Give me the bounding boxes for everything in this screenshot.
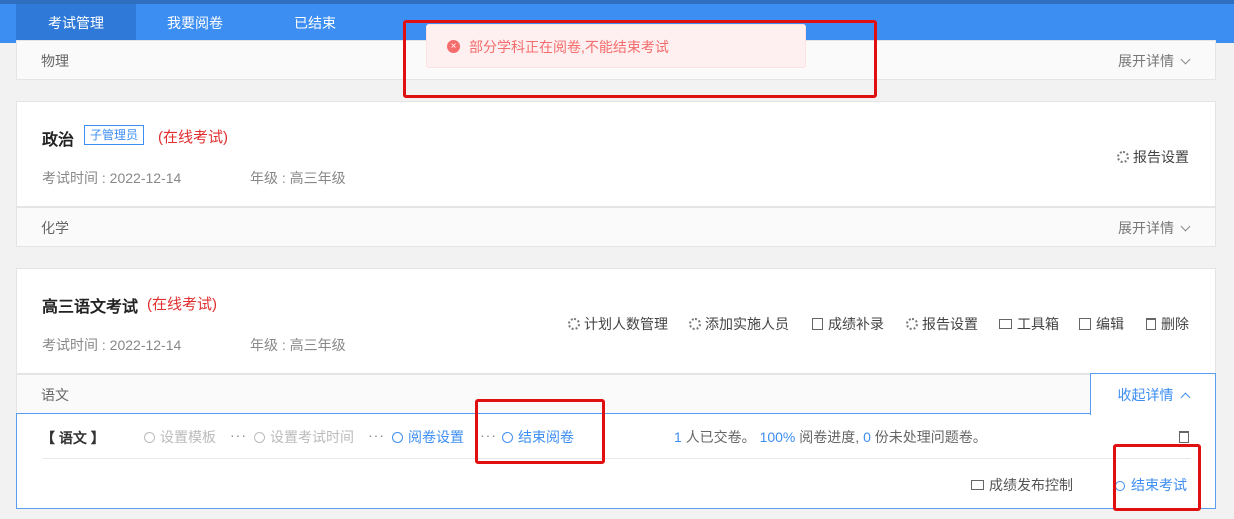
chevron-down-icon [1180,221,1191,232]
exam-grade: 年级 : 高三年级 [250,337,346,353]
exam-grade: 年级 : 高三年级 [250,170,346,186]
exam-title: 政治 [42,132,75,149]
exam-card-politics: 政治 子管理员 (在线考试) 考试时间 : 2022-12-14 年级 : 高三… [16,101,1216,207]
chart-icon [971,480,984,490]
report-settings-button[interactable]: 报告设置 [1117,147,1189,167]
expand-details-button[interactable]: 展开详情 [1118,41,1191,81]
exam-status: (在线考试) [158,129,228,146]
highlight-box [1113,444,1201,511]
publish-control-button[interactable]: 成绩发布控制 [971,475,1073,495]
highlight-box [475,399,605,464]
role-badge: 子管理员 [84,125,145,145]
gear-icon [689,318,701,330]
document-icon [812,318,823,330]
exam-time: 考试时间 : 2022-12-14 [42,337,182,353]
subject-name: 化学 [41,220,69,236]
exam-title: 高三语文考试 [42,299,139,316]
plan-headcount-button[interactable]: 计划人数管理 [568,314,668,334]
edit-icon [1079,318,1091,330]
exam-status: (在线考试) [147,296,217,313]
step-set-exam-time: 设置考试时间 [254,427,354,447]
grading-summary: 1 人已交卷。 100% 阅卷进度, 0 份未处理问题卷。 [674,429,987,445]
trash-icon [1146,318,1156,330]
tab-exam-management[interactable]: 考试管理 [16,4,136,43]
chevron-up-icon [1180,392,1190,403]
toolbox-button[interactable]: 工具箱 [999,314,1059,334]
step-separator: ··· [230,427,247,443]
subject-row-chinese: 语文 [16,374,1216,414]
trash-icon[interactable] [1179,431,1189,443]
step-separator: ··· [368,427,385,443]
exam-card-chinese: 高三语文考试 (在线考试) 考试时间 : 2022-12-14 年级 : 高三年… [16,268,1216,374]
subject-row-chemistry: 化学 展开详情 [16,207,1216,247]
expand-details-button[interactable]: 展开详情 [1118,208,1191,248]
collapse-details-button[interactable]: 收起详情 [1090,373,1216,415]
tab-my-grading[interactable]: 我要阅卷 [150,4,240,43]
delete-button[interactable]: 删除 [1146,314,1189,334]
tab-finished[interactable]: 已结束 [270,4,360,43]
step-set-template: 设置模板 [144,427,216,447]
gear-icon [906,318,918,330]
exam-time: 考试时间 : 2022-12-14 [42,170,182,186]
report-settings-button[interactable]: 报告设置 [906,314,978,334]
subject-detail-panel: 【 语文 】 设置模板 ··· 设置考试时间 ··· 阅卷设置 ··· 结束阅卷… [16,413,1216,509]
gear-icon [1117,151,1129,163]
highlight-box [403,20,877,98]
edit-button[interactable]: 编辑 [1079,314,1124,334]
circle-icon [254,432,265,443]
add-staff-button[interactable]: 添加实施人员 [689,314,789,334]
score-supplement-button[interactable]: 成绩补录 [812,314,884,334]
check-circle-icon [144,432,155,443]
gear-icon [568,318,580,330]
step-grading-settings[interactable]: 阅卷设置 [392,427,464,447]
divider [43,458,1191,459]
toolbox-icon [999,319,1012,329]
subject-name: 语文 [41,387,69,403]
circle-icon [392,432,403,443]
subject-name: 物理 [41,53,69,69]
detail-subject: 【 语文 】 [41,430,105,446]
chevron-down-icon [1180,54,1191,65]
